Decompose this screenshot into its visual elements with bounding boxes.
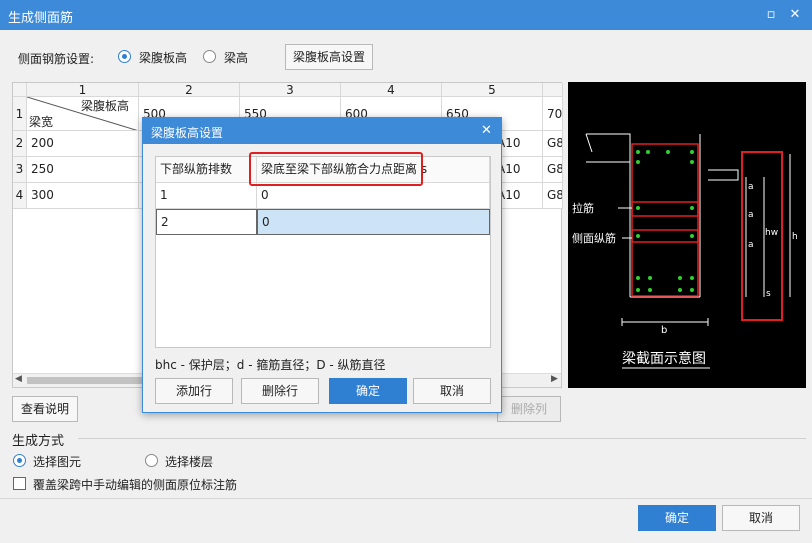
divider — [78, 438, 806, 439]
grid-cell[interactable]: G8 — [543, 131, 563, 157]
dim-b-label: b — [661, 325, 668, 336]
dialog-cancel-button[interactable]: 取消 — [413, 378, 491, 404]
radio-beam-height-label: 梁高 — [224, 51, 249, 65]
corner-top-label: 梁腹板高 — [81, 99, 130, 113]
radio-web-height-label: 梁腹板高 — [139, 51, 188, 65]
scroll-right-icon[interactable]: ▶ — [551, 374, 558, 384]
row-header: 2 — [13, 131, 27, 157]
side-bar-label: 侧面纵筋 — [572, 232, 616, 245]
radio-select-element[interactable] — [13, 454, 26, 467]
radio-select-floor[interactable] — [145, 454, 158, 467]
dim-a-label: a — [748, 210, 754, 220]
radio-select-element-label: 选择图元 — [33, 455, 82, 469]
tie-bar-label: 拉筋 — [572, 202, 594, 215]
cancel-button[interactable]: 取消 — [722, 505, 800, 531]
col-header: 5 — [442, 83, 543, 97]
dim-a-label: a — [748, 240, 754, 250]
override-checkbox-label: 覆盖梁跨中手动编辑的侧面原位标注筋 — [33, 478, 238, 492]
dialog-ok-button[interactable]: 确定 — [329, 378, 407, 404]
web-height-settings-dialog: 梁腹板高设置 ✕ 下部纵筋排数 梁底至梁下部纵筋合力点距离 s 1 0 2 0 … — [142, 117, 502, 413]
dim-h-label: h — [792, 232, 798, 242]
close-icon[interactable]: ✕ — [786, 6, 804, 24]
dialog-close-icon[interactable]: ✕ — [481, 123, 492, 138]
restore-icon[interactable]: ▫ — [762, 6, 780, 24]
override-checkbox[interactable] — [13, 477, 26, 490]
side-rebar-settings-label: 侧面钢筋设置: — [18, 52, 95, 66]
dialog-col-header: 下部纵筋排数 — [156, 157, 257, 183]
footer-divider — [0, 498, 812, 499]
dialog-cell-selected[interactable]: 0 — [257, 209, 490, 235]
dialog-title: 梁腹板高设置 — [151, 126, 224, 140]
grid-cell[interactable]: G8 — [543, 183, 563, 209]
radio-select-floor-label: 选择楼层 — [165, 455, 214, 469]
col-header: 4 — [341, 83, 442, 97]
beam-section-diagram: 拉筋 侧面纵筋 a a a hw h s b 梁截面示意图 — [568, 82, 806, 388]
grid-corner — [13, 83, 27, 97]
row-header: 3 — [13, 157, 27, 183]
dim-hw-label: hw — [765, 228, 779, 238]
dialog-cell[interactable]: 2 — [156, 209, 257, 235]
grid-cell[interactable]: 70 — [543, 97, 563, 131]
dim-a-label: a — [748, 182, 754, 192]
delete-column-button[interactable]: 删除列 — [497, 396, 561, 422]
grid-cell[interactable]: 300 — [27, 183, 139, 209]
ok-button[interactable]: 确定 — [638, 505, 716, 531]
add-row-button[interactable]: 添加行 — [155, 378, 233, 404]
col-header: 1 — [27, 83, 139, 97]
corner-bottom-label: 梁宽 — [29, 115, 54, 129]
scroll-thumb[interactable] — [27, 377, 157, 384]
delete-row-button[interactable]: 删除行 — [241, 378, 319, 404]
grid-cell[interactable]: 250 — [27, 157, 139, 183]
corner-cell: 梁腹板高 梁宽 — [27, 97, 139, 131]
col-header: 2 — [139, 83, 240, 97]
view-help-button[interactable]: 查看说明 — [12, 396, 78, 422]
dialog-cell[interactable]: 0 — [257, 183, 490, 209]
col-header: 3 — [240, 83, 341, 97]
row-header: 4 — [13, 183, 27, 209]
radio-web-height[interactable] — [118, 50, 131, 63]
col-header-overflow — [543, 83, 563, 97]
web-height-settings-button[interactable]: 梁腹板高设置 — [285, 44, 373, 70]
scroll-left-icon[interactable]: ◀ — [15, 374, 22, 384]
highlight-box — [249, 152, 423, 186]
window-title-bar: 生成侧面筋 ▫ ✕ — [0, 0, 812, 30]
grid-cell[interactable]: G8 — [543, 157, 563, 183]
row-header: 1 — [13, 97, 27, 131]
generate-section-title: 生成方式 — [12, 434, 65, 449]
dim-s-label: s — [766, 289, 771, 299]
dialog-title-bar: 梁腹板高设置 ✕ — [143, 118, 501, 144]
diagram-caption: 梁截面示意图 — [622, 351, 706, 367]
dialog-cell[interactable]: 1 — [156, 183, 257, 209]
grid-cell[interactable]: 200 — [27, 131, 139, 157]
dialog-legend: bhc - 保护层；d - 箍筋直径；D - 纵筋直径 — [155, 358, 386, 372]
window-title: 生成侧面筋 — [8, 11, 74, 26]
radio-beam-height[interactable] — [203, 50, 216, 63]
